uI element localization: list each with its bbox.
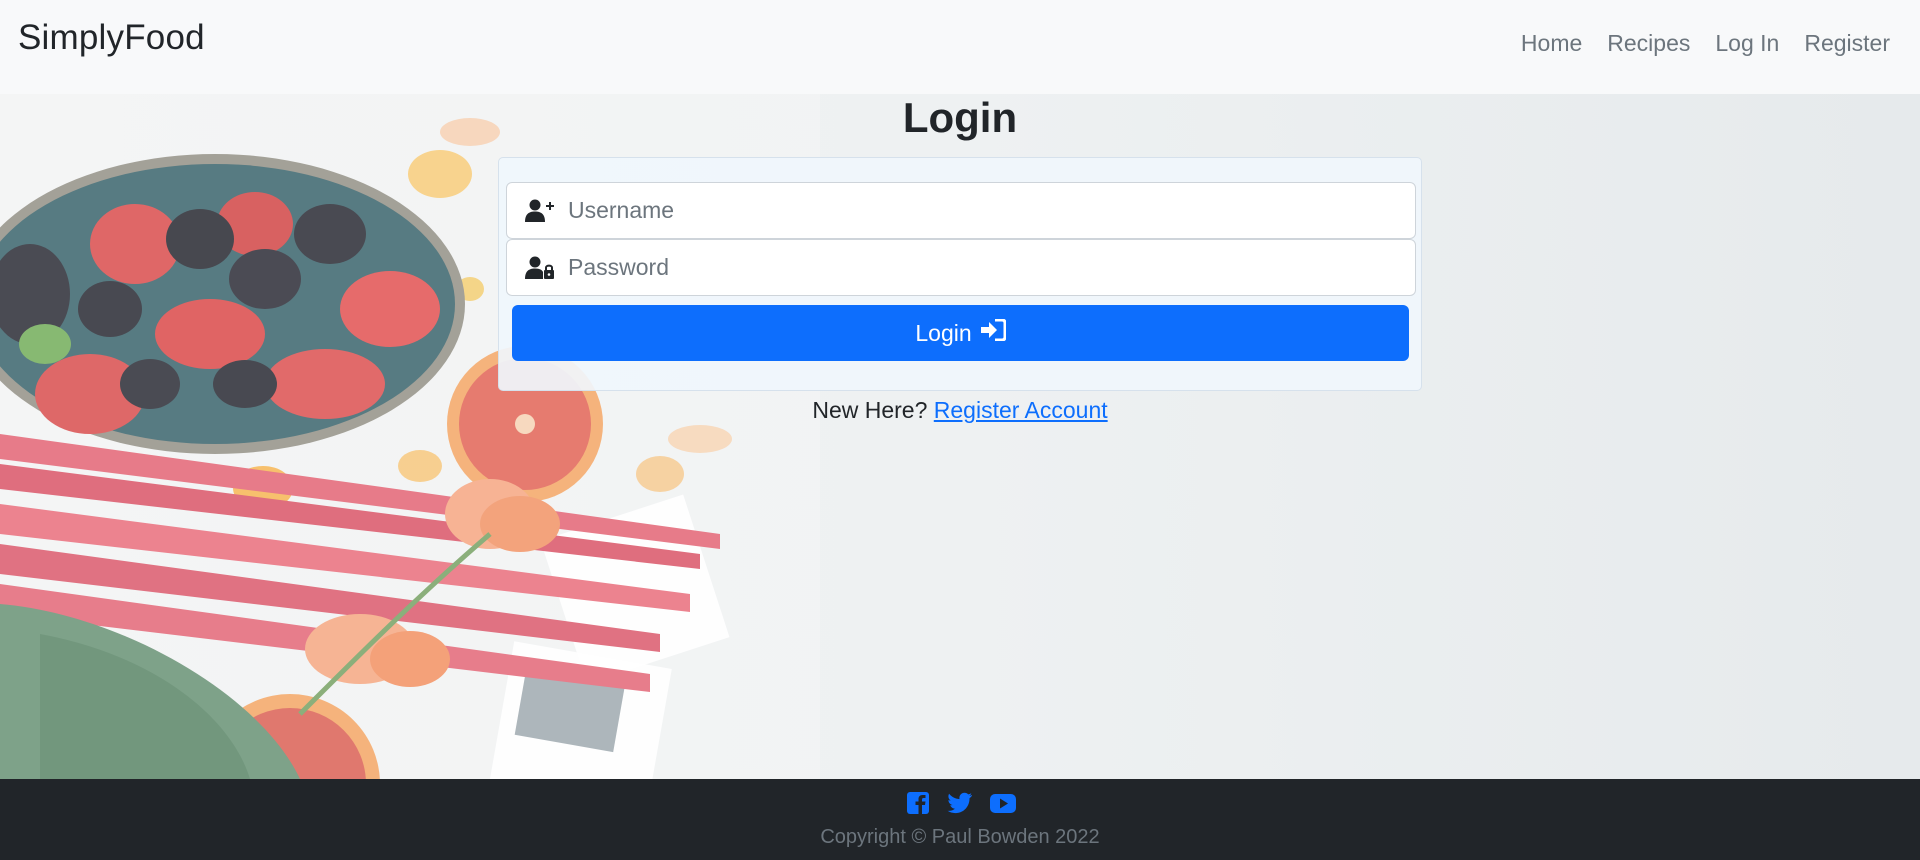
register-account-link[interactable]: Register Account: [934, 397, 1108, 423]
username-input-group: [506, 182, 1416, 239]
login-button-label: Login: [915, 319, 972, 346]
nav-links: Home Recipes Log In Register: [1521, 30, 1890, 57]
twitter-icon[interactable]: [947, 790, 973, 816]
footer: Copyright © Paul Bowden 2022: [0, 779, 1920, 860]
copyright-text: Copyright © Paul Bowden 2022: [820, 826, 1100, 848]
username-input[interactable]: [568, 183, 1415, 238]
nav-link-login[interactable]: Log In: [1715, 30, 1779, 57]
brand-logo[interactable]: SimplyFood: [18, 18, 205, 58]
nav-link-home[interactable]: Home: [1521, 30, 1582, 57]
page-title: Login: [902, 94, 1018, 141]
youtube-icon[interactable]: [989, 790, 1016, 816]
register-prompt: New Here? Register Account: [0, 397, 1920, 424]
nav-link-register[interactable]: Register: [1804, 30, 1890, 57]
login-form: Login: [498, 157, 1422, 391]
login-button[interactable]: Login: [512, 305, 1409, 361]
user-plus-icon: [524, 197, 556, 225]
user-lock-icon: [524, 254, 556, 282]
password-input[interactable]: [568, 240, 1415, 295]
navbar: SimplyFood Home Recipes Log In Register: [0, 0, 1920, 94]
social-links: [0, 790, 1920, 816]
facebook-icon[interactable]: [905, 790, 931, 816]
register-prompt-text: New Here?: [812, 397, 928, 423]
nav-link-recipes[interactable]: Recipes: [1607, 30, 1690, 57]
password-input-group: [506, 239, 1416, 296]
sign-in-icon: [980, 318, 1007, 347]
